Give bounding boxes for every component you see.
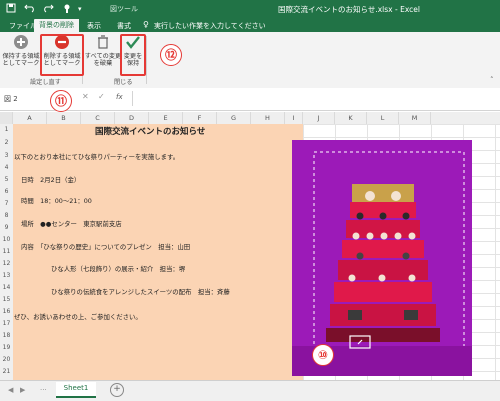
window-title: 国際交流イベントのお知らせ.xlsx - Excel: [278, 5, 420, 14]
sheet-cells-peach[interactable]: 国際交流イベントのお知らせ 以下のとおり本社にてひな祭りパーティーを実施します。…: [13, 124, 303, 380]
column-header[interactable]: G: [217, 112, 251, 124]
row-header[interactable]: 5: [0, 176, 13, 183]
sheet-line-content: 内容 「ひな祭りの歴史」についてのプレゼン 担当：山田: [21, 243, 191, 251]
row-header[interactable]: 7: [0, 200, 13, 207]
sheet-line-closing: ぜひ、お誘いあわせの上、ご参加ください。: [14, 313, 142, 321]
row-header[interactable]: 21: [0, 368, 13, 375]
lightbulb-icon: ♀: [143, 20, 149, 29]
column-header[interactable]: K: [335, 112, 367, 124]
column-header[interactable]: M: [399, 112, 431, 124]
callout-badge-10: ⑩: [312, 344, 334, 366]
row-header[interactable]: 6: [0, 188, 13, 195]
row-header[interactable]: 1: [0, 126, 13, 133]
group-close-label: 閉じる: [114, 79, 133, 86]
row-header[interactable]: 14: [0, 284, 13, 291]
collapse-ribbon-icon[interactable]: ˄: [490, 76, 494, 84]
column-header[interactable]: L: [367, 112, 399, 124]
group-refine-label: 設定し直す: [30, 79, 61, 86]
row-header[interactable]: 17: [0, 320, 13, 327]
mark-areas-to-keep-button[interactable]: 保持する領域 としてマーク: [2, 34, 40, 67]
tab-view[interactable]: 表示: [82, 20, 106, 32]
group-divider: [146, 36, 147, 84]
sheet-tab-bar: ◀ ▶ ... Sheet1 +: [0, 380, 500, 401]
row-header[interactable]: 11: [0, 248, 13, 255]
scroll-left-icon[interactable]: ◀: [8, 386, 13, 394]
sheet-tab-sheet1[interactable]: Sheet1: [56, 382, 96, 398]
column-header[interactable]: H: [251, 112, 285, 124]
row-header[interactable]: 13: [0, 272, 13, 279]
discard-label-line2: を破棄: [93, 60, 113, 67]
formula-input[interactable]: [132, 91, 497, 106]
sheet-line-intro: 以下のとおり本社にてひな祭りパーティーを実施します。: [14, 153, 180, 161]
hina-doll-picture[interactable]: [292, 140, 472, 376]
add-sheet-icon[interactable]: +: [110, 383, 124, 397]
enter-icon[interactable]: ✓: [98, 92, 105, 101]
tell-me-input[interactable]: 実行したい作業を入力してください: [154, 21, 266, 31]
sheet-line-time: 時間 18：00～21：00: [21, 197, 92, 205]
formula-bar: 図 2 ▾ ✕ ✓ fx: [0, 88, 500, 111]
insert-function-button[interactable]: fx: [116, 93, 123, 101]
row-header[interactable]: 8: [0, 212, 13, 219]
column-header[interactable]: B: [47, 112, 81, 124]
keep-label-line1: 保持する領域: [2, 53, 40, 60]
cancel-icon[interactable]: ✕: [82, 92, 89, 101]
name-box[interactable]: 図 2: [4, 94, 54, 104]
row-headers: 1 2 3 4 5 6 7 8 9 10 11 12 13 14 15 16 1…: [0, 124, 14, 380]
title-bar: ▾ 図ツール 国際交流イベントのお知らせ.xlsx - Excel: [0, 0, 500, 18]
undo-icon[interactable]: [24, 3, 36, 16]
trash-icon: [84, 34, 122, 52]
redo-icon[interactable]: [42, 3, 54, 16]
row-header[interactable]: 2: [0, 139, 13, 146]
callout-badge-11: ⑪: [50, 90, 72, 112]
picture-tools-label: 図ツール: [110, 5, 138, 13]
column-header[interactable]: D: [115, 112, 149, 124]
column-header[interactable]: F: [183, 112, 217, 124]
scroll-right-icon[interactable]: ▶: [20, 386, 25, 394]
column-header[interactable]: C: [81, 112, 115, 124]
sheet-line-display: ひな人形（七段飾り）の展示・紹介 担当：堺: [51, 265, 186, 273]
select-all-corner[interactable]: [0, 112, 13, 124]
touch-mode-icon[interactable]: [62, 3, 72, 16]
customize-toolbar-icon[interactable]: ▾: [78, 5, 82, 13]
more-sheets-icon[interactable]: ...: [40, 384, 47, 392]
row-header[interactable]: 9: [0, 224, 13, 231]
discard-label-line1: すべての変更: [84, 53, 122, 60]
sheet-title: 国際交流イベントのお知らせ: [95, 127, 206, 137]
column-header[interactable]: I: [285, 112, 303, 124]
sheet-line-date: 日時 2月2日（金）: [21, 176, 81, 184]
sheet-line-sweets: ひな祭りの伝統食をアレンジしたスイーツの配布 担当：斉藤: [51, 288, 230, 296]
row-header[interactable]: 20: [0, 356, 13, 363]
row-header[interactable]: 16: [0, 308, 13, 315]
discard-all-changes-button[interactable]: すべての変更 を破棄: [84, 34, 122, 67]
ribbon-tabs: ファイル 背景の削除 表示 書式 ♀ 実行したい作業を入力してください: [0, 18, 500, 34]
column-header[interactable]: E: [149, 112, 183, 124]
highlight-remove-button: [40, 34, 84, 76]
sheet-line-place: 場所 ●●センター 東京駅前支店: [21, 220, 122, 228]
row-header[interactable]: 12: [0, 260, 13, 267]
hina-doll-stand-image: [292, 140, 472, 376]
row-header[interactable]: 19: [0, 344, 13, 351]
row-header[interactable]: 10: [0, 236, 13, 243]
row-header[interactable]: 15: [0, 296, 13, 303]
callout-badge-12: ⑫: [160, 44, 182, 66]
row-header[interactable]: 18: [0, 332, 13, 339]
highlight-keep-changes-button: [120, 34, 146, 76]
column-header[interactable]: J: [303, 112, 335, 124]
row-header[interactable]: 3: [0, 152, 13, 159]
tab-format[interactable]: 書式: [112, 20, 136, 32]
save-icon[interactable]: [6, 3, 16, 16]
plus-icon: [2, 34, 40, 52]
keep-label-line2: としてマーク: [2, 60, 40, 67]
row-header[interactable]: 4: [0, 164, 13, 171]
column-header[interactable]: A: [13, 112, 47, 124]
